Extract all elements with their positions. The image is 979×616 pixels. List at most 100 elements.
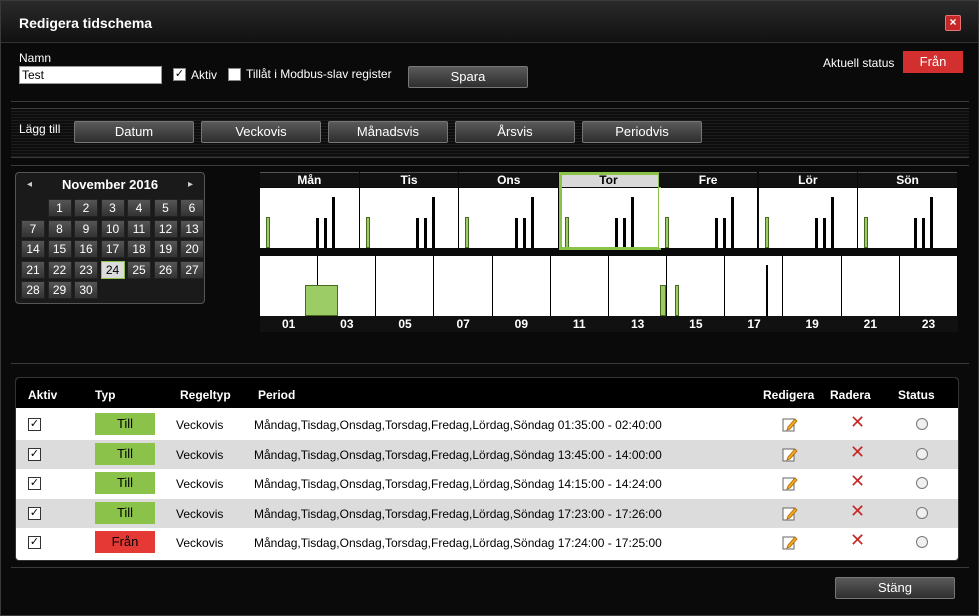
calendar-day[interactable]: 21 <box>21 260 45 279</box>
calendar-day[interactable]: 2 <box>74 199 98 217</box>
active-label: Aktiv <box>191 68 218 82</box>
calendar-day[interactable]: 22 <box>47 260 72 279</box>
row-type-toggle[interactable]: Till <box>95 472 155 495</box>
calendar-day[interactable]: 1 <box>47 199 72 217</box>
day-header[interactable]: Sön <box>858 172 957 187</box>
hour-column <box>551 256 609 316</box>
row-rule-type: Veckovis <box>176 536 224 551</box>
divider <box>11 363 969 364</box>
day-event-tick <box>814 218 818 248</box>
delete-icon[interactable]: ✕ <box>850 413 865 431</box>
day-column[interactable] <box>359 188 460 248</box>
hour-label: 15 <box>689 317 703 331</box>
calendar-blank <box>21 199 45 217</box>
edit-icon[interactable] <box>782 416 798 432</box>
calendar-day[interactable]: 4 <box>127 199 151 217</box>
hour-column <box>609 256 668 316</box>
status-radio-icon <box>916 506 928 519</box>
day-column[interactable] <box>459 188 560 248</box>
day-column[interactable] <box>858 188 958 248</box>
row-type-toggle[interactable]: Till <box>95 442 155 465</box>
calendar-day[interactable]: 13 <box>180 219 204 238</box>
calendar-day[interactable]: 9 <box>74 219 98 238</box>
calendar-day[interactable]: 14 <box>21 240 45 258</box>
col-active: Aktiv <box>28 388 58 402</box>
add-monthly-button[interactable]: Månadsvis <box>328 121 448 143</box>
day-header[interactable]: Fre <box>658 172 758 187</box>
day-event-marker <box>764 217 769 248</box>
calendar-day[interactable]: 5 <box>153 199 178 217</box>
calendar-day[interactable]: 30 <box>74 281 98 299</box>
calendar-month-label: November 2016 <box>61 177 159 192</box>
calendar-day[interactable]: 15 <box>47 240 72 258</box>
calendar-day[interactable]: 25 <box>127 260 151 279</box>
calendar-day[interactable]: 29 <box>47 281 72 299</box>
calendar-day[interactable]: 12 <box>153 219 178 238</box>
calendar-day[interactable]: 6 <box>180 199 204 217</box>
day-event-tick <box>423 218 427 248</box>
day-column[interactable] <box>260 188 360 248</box>
day-event-marker <box>864 217 869 248</box>
add-date-button[interactable]: Datum <box>74 121 194 143</box>
add-yearly-button[interactable]: Årsvis <box>455 121 575 143</box>
delete-icon[interactable]: ✕ <box>850 443 865 461</box>
row-type-toggle[interactable]: Till <box>95 413 155 435</box>
day-column[interactable] <box>758 188 859 248</box>
row-active-checkbox[interactable]: ✓ <box>28 536 41 550</box>
row-active-checkbox[interactable]: ✓ <box>28 418 41 431</box>
name-input[interactable]: Test <box>19 66 162 84</box>
delete-icon[interactable]: ✕ <box>850 502 865 520</box>
next-month-icon[interactable]: ▸ <box>188 179 193 190</box>
day-event-tick <box>316 218 319 248</box>
edit-icon[interactable] <box>782 534 798 550</box>
delete-icon[interactable]: ✕ <box>850 531 865 549</box>
calendar-day[interactable]: 7 <box>21 219 45 238</box>
add-weekly-button[interactable]: Veckovis <box>201 121 321 143</box>
add-periodic-button[interactable]: Periodvis <box>582 121 702 143</box>
day-header[interactable]: Lör <box>758 172 858 187</box>
calendar-day[interactable]: 26 <box>153 260 178 279</box>
row-rule-type: Veckovis <box>176 477 224 492</box>
row-active-checkbox[interactable]: ✓ <box>28 477 41 491</box>
row-rule-type: Veckovis <box>176 418 224 432</box>
save-button[interactable]: Spara <box>408 66 528 88</box>
edit-icon[interactable] <box>782 475 798 491</box>
calendar-day[interactable]: 20 <box>180 240 204 258</box>
calendar-day[interactable]: 24 <box>100 260 125 279</box>
hour-label: 03 <box>340 317 354 331</box>
row-type-toggle[interactable]: Till <box>95 501 155 524</box>
day-event-tick <box>431 197 435 248</box>
current-status-badge: Från <box>903 51 963 73</box>
edit-icon[interactable] <box>782 446 798 462</box>
row-type-toggle[interactable]: Från <box>95 531 155 554</box>
close-icon[interactable]: × <box>945 15 961 31</box>
day-event-tick <box>730 197 734 248</box>
calendar-day[interactable]: 18 <box>127 240 151 258</box>
day-event-tick <box>515 218 519 248</box>
active-checkbox[interactable]: ✓ <box>173 68 186 81</box>
row-rule-type: Veckovis <box>176 506 224 521</box>
row-active-checkbox[interactable]: ✓ <box>28 506 41 520</box>
calendar-day[interactable]: 10 <box>100 219 125 238</box>
calendar-day[interactable]: 11 <box>127 219 151 238</box>
calendar-day[interactable]: 19 <box>153 240 178 258</box>
delete-icon[interactable]: ✕ <box>850 472 865 490</box>
calendar-day[interactable]: 3 <box>100 199 125 217</box>
day-column[interactable] <box>658 188 759 248</box>
col-type: Typ <box>95 388 116 402</box>
hour-label: 05 <box>398 317 412 331</box>
modbus-checkbox[interactable] <box>228 68 241 81</box>
day-header[interactable]: Ons <box>459 172 559 187</box>
calendar-day[interactable]: 23 <box>74 260 98 279</box>
calendar-day[interactable]: 28 <box>21 281 45 299</box>
close-button[interactable]: Stäng <box>835 577 955 599</box>
row-active-checkbox[interactable]: ✓ <box>28 447 41 461</box>
calendar-day[interactable]: 27 <box>180 260 204 279</box>
calendar-day[interactable]: 17 <box>100 240 125 258</box>
edit-icon[interactable] <box>782 505 798 521</box>
day-header[interactable]: Tis <box>359 172 459 187</box>
calendar-day[interactable]: 8 <box>47 219 72 238</box>
day-event-tick <box>324 218 327 248</box>
day-header[interactable]: Mån <box>260 172 359 187</box>
calendar-day[interactable]: 16 <box>74 240 98 258</box>
